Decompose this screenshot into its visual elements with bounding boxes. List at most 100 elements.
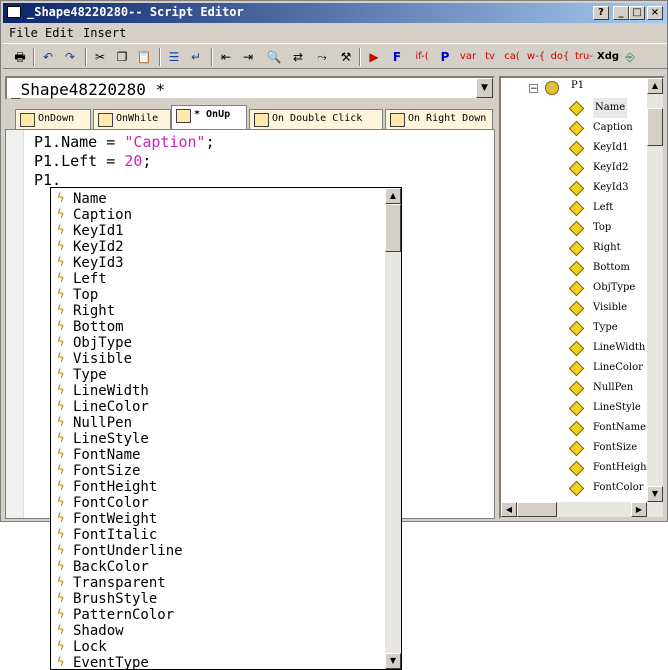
- title-bar[interactable]: _Shape48220280-- Script Editor ? _ □ ×: [3, 3, 667, 23]
- insert-do-button[interactable]: do{: [549, 48, 571, 66]
- tree-item-label: Type: [593, 322, 618, 333]
- line-gutter: [6, 130, 24, 518]
- property-bolt-icon: ϟ: [57, 431, 65, 445]
- property-icon: [568, 340, 585, 357]
- scroll-up-icon[interactable]: ▲: [385, 188, 401, 204]
- tab-ondown[interactable]: OnDown: [15, 109, 91, 129]
- tree-item-label: FontColor: [593, 482, 644, 493]
- tab-onwhile[interactable]: OnWhile: [93, 109, 171, 129]
- tree-item-label: Caption: [593, 122, 633, 133]
- autocomplete-scrollbar[interactable]: ▲ ▼: [385, 188, 401, 669]
- autocomplete-item-label: Right: [73, 303, 116, 319]
- tree-item-label: Bottom: [593, 262, 630, 273]
- property-bolt-icon: ϟ: [57, 191, 65, 205]
- wrap-icon[interactable]: ↵: [187, 48, 205, 66]
- tree-items: Name Caption KeyId1 KeyId2 KeyId3 Left Top Righ…: [501, 78, 647, 498]
- find-next-icon[interactable]: ⤳: [313, 48, 331, 66]
- copy-icon[interactable]: ❐: [113, 48, 131, 66]
- scroll-down-icon[interactable]: ▼: [647, 486, 663, 502]
- property-icon: [568, 180, 585, 197]
- dialog-button[interactable]: Xdg: [597, 48, 619, 66]
- code-line[interactable]: P1.Name = "Caption";: [34, 133, 215, 151]
- scroll-thumb[interactable]: [517, 502, 557, 517]
- minimize-button[interactable]: _: [613, 6, 629, 20]
- property-bolt-icon: ϟ: [57, 495, 65, 509]
- autocomplete-popup[interactable]: ϟ Name ϟ Caption ϟ KeyId1 ϟ KeyId2 ϟ KeyId3 ϟ Left ϟ…: [50, 187, 402, 670]
- property-bolt-icon: ϟ: [57, 575, 65, 589]
- tab-label: On Double Click: [272, 113, 363, 124]
- insert-procedure-button[interactable]: P: [435, 48, 455, 66]
- redo-icon[interactable]: ↷: [61, 48, 79, 66]
- menu-edit[interactable]: Edit: [45, 26, 74, 40]
- tab-onup[interactable]: * OnUp: [171, 105, 247, 129]
- property-icon: [568, 280, 585, 297]
- tab-label: OnWhile: [116, 113, 159, 124]
- menu-file[interactable]: File: [9, 26, 38, 40]
- tree-horizontal-scrollbar[interactable]: ◀ ▶: [501, 502, 663, 517]
- paste-icon[interactable]: 📋: [135, 48, 153, 66]
- uncomment-icon[interactable]: ⇥: [239, 48, 257, 66]
- scroll-left-icon[interactable]: ◀: [501, 502, 517, 517]
- tree-item-label: Top: [593, 222, 612, 233]
- comment-icon[interactable]: ⇤: [217, 48, 235, 66]
- autocomplete-item-label: Bottom: [73, 319, 124, 335]
- exit-icon[interactable]: ⎆: [621, 48, 639, 66]
- property-bolt-icon: ϟ: [57, 239, 65, 253]
- scroll-right-icon[interactable]: ▶: [631, 502, 647, 517]
- autocomplete-item-label: Lock: [73, 639, 107, 655]
- tab-on-double-click[interactable]: On Double Click: [249, 109, 383, 129]
- script-icon: [98, 113, 113, 127]
- code-line[interactable]: P1.Left = 20;: [34, 152, 151, 170]
- toolbar-separator: [211, 48, 213, 66]
- autocomplete-item-label: FontWeight: [73, 511, 158, 527]
- tab-on-right-down[interactable]: On Right Down: [385, 109, 493, 129]
- property-bolt-icon: ϟ: [57, 655, 65, 669]
- tree-item-label: FontHeigh: [593, 462, 647, 473]
- help-button[interactable]: ?: [593, 6, 609, 20]
- indent-icon[interactable]: ☰: [165, 48, 183, 66]
- property-icon: [568, 200, 585, 217]
- tools-icon[interactable]: ⚒: [337, 48, 355, 66]
- insert-while-button[interactable]: w-{: [525, 48, 547, 66]
- tree-vertical-scrollbar[interactable]: ▲ ▼: [647, 78, 663, 502]
- scroll-down-icon[interactable]: ▼: [385, 653, 401, 669]
- print-icon[interactable]: 🖶: [11, 48, 29, 66]
- insert-case-button[interactable]: ca(: [501, 48, 523, 66]
- run-icon[interactable]: ▶: [365, 48, 383, 66]
- tree-item-label: FontName: [593, 422, 646, 433]
- insert-if-button[interactable]: if-(: [409, 48, 435, 66]
- scroll-up-icon[interactable]: ▲: [647, 78, 663, 94]
- tree-item-label: LineColor: [593, 362, 643, 373]
- autocomplete-item-label: FontSize: [73, 463, 141, 479]
- replace-icon[interactable]: ⇄: [289, 48, 307, 66]
- chevron-down-icon[interactable]: ▼: [476, 78, 493, 98]
- property-icon: [568, 120, 585, 137]
- autocomplete-item-label: KeyId1: [73, 223, 124, 239]
- insert-function-button[interactable]: F: [387, 48, 407, 66]
- property-icon: [568, 480, 585, 497]
- toolbar-separator: [159, 48, 161, 66]
- scroll-thumb[interactable]: [647, 108, 663, 146]
- autocomplete-item-label: KeyId2: [73, 239, 124, 255]
- tab-label: * OnUp: [194, 109, 231, 120]
- tab-label: On Right Down: [408, 113, 487, 124]
- window-title: _Shape48220280-- Script Editor: [27, 5, 244, 19]
- insert-tv-button[interactable]: tv: [481, 48, 499, 66]
- autocomplete-item-label: ObjType: [73, 335, 133, 351]
- autocomplete-item-label: NullPen: [73, 415, 133, 431]
- find-icon[interactable]: 🔍: [265, 48, 283, 66]
- menu-insert[interactable]: Insert: [83, 26, 126, 40]
- cut-icon[interactable]: ✂: [91, 48, 109, 66]
- insert-try-button[interactable]: tru-: [573, 48, 595, 66]
- property-bolt-icon: ϟ: [57, 351, 65, 365]
- object-selector[interactable]: _Shape48220280 * ▼: [5, 76, 495, 100]
- property-icon: [568, 240, 585, 257]
- close-button[interactable]: ×: [647, 6, 663, 20]
- scroll-thumb[interactable]: [385, 204, 401, 252]
- maximize-button[interactable]: □: [629, 6, 645, 20]
- autocomplete-item-label: LineWidth: [73, 383, 149, 399]
- insert-var-button[interactable]: var: [457, 48, 479, 66]
- property-bolt-icon: ϟ: [57, 591, 65, 605]
- property-icon: [568, 320, 585, 337]
- undo-icon[interactable]: ↶: [39, 48, 57, 66]
